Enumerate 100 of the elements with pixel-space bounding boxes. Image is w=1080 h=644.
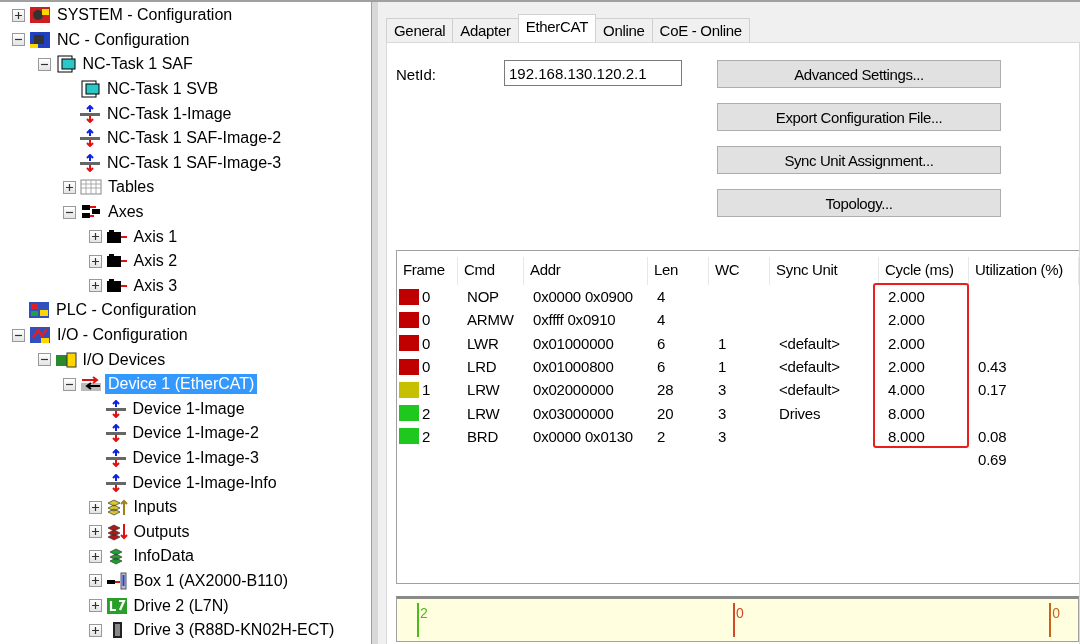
table-cell-text: 0x03000000 <box>532 403 615 424</box>
tab[interactable]: EtherCAT <box>517 14 597 42</box>
expand-toggle[interactable] <box>88 230 102 244</box>
system-icon <box>29 6 51 25</box>
tree-item[interactable]: NC-Task 1 SAF-Image-2 <box>104 128 285 149</box>
expand-toggle[interactable] <box>88 599 102 613</box>
action-button[interactable]: Topology... <box>717 189 1001 217</box>
tree-item[interactable]: Device 1-Image-Info <box>129 472 280 493</box>
action-button[interactable]: Export Configuration File... <box>717 103 1001 131</box>
column-header[interactable]: Sync Unit <box>770 257 879 285</box>
tree-item[interactable]: Inputs <box>130 497 181 518</box>
tree-item[interactable]: Axes <box>105 202 147 223</box>
column-header[interactable]: Addr <box>524 257 648 285</box>
frame-number: 0 <box>422 310 431 331</box>
plus-icon <box>15 11 22 19</box>
action-button[interactable]: Advanced Settings... <box>717 60 1001 88</box>
tree-item[interactable]: NC-Task 1-Image <box>104 103 235 124</box>
expand-toggle[interactable] <box>88 254 102 268</box>
motor-icon <box>105 276 128 295</box>
expand-toggle[interactable] <box>88 623 102 637</box>
frame-number: 2 <box>422 403 431 424</box>
tree-item[interactable]: NC-Task 1 SAF <box>79 54 196 75</box>
table-cell-text: 0xffff 0x0910 <box>532 310 617 331</box>
ethercat-icon <box>80 375 102 394</box>
tree-item[interactable]: NC-Task 1 SAF-Image-3 <box>104 152 285 173</box>
column-header[interactable]: WC <box>709 257 770 285</box>
expand-toggle[interactable] <box>88 525 102 539</box>
tree-item[interactable]: Tables <box>105 177 158 198</box>
table-cell-text: 4 <box>656 310 667 331</box>
table-cell-text: 2 <box>656 426 667 447</box>
frame-number: 2 <box>422 426 431 447</box>
tree-item[interactable]: SYSTEM - Configuration <box>54 5 236 26</box>
devices-icon <box>54 350 77 369</box>
tree-item[interactable]: Device 1-Image-3 <box>129 448 262 468</box>
image-icon <box>79 153 101 172</box>
column-header[interactable]: Cmd <box>458 257 524 285</box>
table-cell-text: 28 <box>656 380 675 401</box>
netid-label: NetId: <box>396 65 438 85</box>
tree-item[interactable]: Drive 3 (R88D-KN02H-ECT) <box>130 620 338 641</box>
expand-toggle[interactable] <box>88 500 102 514</box>
collapse-toggle[interactable] <box>63 205 76 219</box>
expand-toggle[interactable] <box>63 180 76 194</box>
table-cell-text: 0x01000000 <box>532 333 615 354</box>
table-cell-text: 2.000 <box>887 287 926 308</box>
table-cell-text: 1 <box>717 357 728 378</box>
tree-item[interactable]: Drive 2 (L7N) <box>130 595 232 616</box>
table-cell-text: 8.000 <box>887 403 926 424</box>
netid-field[interactable]: 192.168.130.120.2.1 <box>504 60 682 86</box>
table-cell-text: ARMW <box>466 310 515 331</box>
action-button[interactable]: Sync Unit Assignment... <box>717 146 1001 174</box>
image-icon <box>104 424 127 443</box>
io-icon <box>29 326 51 344</box>
tree-item[interactable]: InfoData <box>130 546 197 567</box>
frame-number: 0 <box>422 287 431 308</box>
table-cell-text: 6 <box>656 357 667 378</box>
tree-item[interactable]: NC - Configuration <box>54 29 193 50</box>
plus-icon <box>91 626 99 634</box>
collapse-toggle[interactable] <box>12 328 25 342</box>
tab[interactable]: Adapter <box>452 18 519 42</box>
collapse-toggle[interactable] <box>37 58 51 71</box>
plc-icon <box>28 301 50 320</box>
table-cell-text: 0x02000000 <box>532 380 615 401</box>
tree-item[interactable]: I/O - Configuration <box>54 325 191 345</box>
tree-item[interactable]: I/O Devices <box>79 349 169 370</box>
tree-item[interactable]: Axis 1 <box>130 226 181 247</box>
table-cell-text: 20 <box>656 403 675 424</box>
tree-item[interactable]: PLC - Configuration <box>53 300 200 321</box>
tree-item[interactable]: Device 1-Image-2 <box>129 423 262 444</box>
column-header[interactable]: Frame <box>397 257 458 285</box>
box-icon <box>105 571 128 590</box>
tree-item[interactable]: Axis 2 <box>130 251 181 272</box>
table-cell-text: 8.000 <box>887 426 926 447</box>
plus-icon <box>91 233 99 241</box>
table-cell-text: 0.43 <box>977 357 1008 378</box>
table-cell-text: LRW <box>466 403 501 424</box>
expand-toggle[interactable] <box>88 279 102 293</box>
table-cell-text: 0.69 <box>977 450 1008 471</box>
expand-toggle[interactable] <box>12 8 25 22</box>
column-header[interactable]: Utilization (%) <box>969 257 1079 285</box>
plus-icon <box>91 503 99 511</box>
column-header[interactable]: Cycle (ms) <box>879 257 969 285</box>
collapse-toggle[interactable] <box>63 377 76 391</box>
table-cell-text: LRD <box>466 357 498 378</box>
tab[interactable]: General <box>386 18 454 42</box>
motor-icon <box>105 227 128 246</box>
expand-toggle[interactable] <box>88 574 102 588</box>
collapse-toggle[interactable] <box>12 33 25 47</box>
table-cell-text: 3 <box>717 426 728 447</box>
tree-item[interactable]: NC-Task 1 SVB <box>104 79 222 100</box>
tab[interactable]: CoE - Online <box>651 18 750 42</box>
column-header[interactable]: Len <box>648 257 709 285</box>
tree-item[interactable]: Device 1-Image <box>129 398 248 419</box>
expand-toggle[interactable] <box>88 549 102 563</box>
table-cell-text: 1 <box>717 333 728 354</box>
tree-item[interactable]: Axis 3 <box>130 275 181 296</box>
tree-item[interactable]: Outputs <box>130 521 193 542</box>
table-cell-text: 3 <box>717 403 728 424</box>
tree-item[interactable]: Box 1 (AX2000-B110) <box>130 570 291 591</box>
collapse-toggle[interactable] <box>37 353 51 367</box>
table-cell-text: 2.000 <box>887 357 926 378</box>
